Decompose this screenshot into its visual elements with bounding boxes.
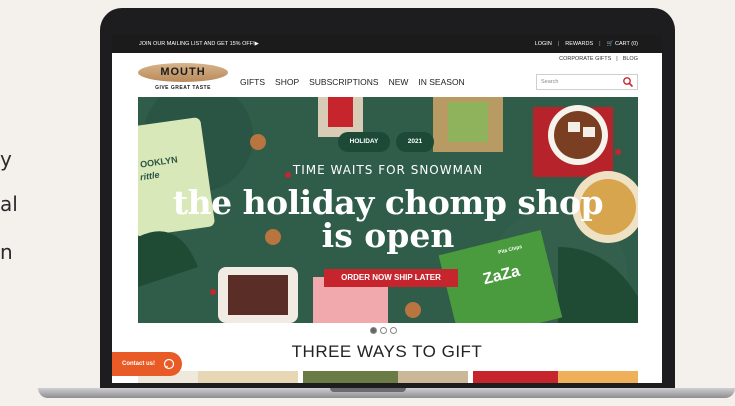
separator: | — [616, 56, 618, 62]
search-icon[interactable] — [622, 76, 634, 88]
laptop-notch — [330, 388, 406, 392]
account-links: LOGIN | REWARDS | 🛒 CART (0) — [535, 41, 638, 47]
carousel-dot-1[interactable] — [370, 327, 377, 334]
main-nav: GIFTS SHOP SUBSCRIPTIONS NEW IN SEASON — [240, 77, 465, 87]
blog-link[interactable]: BLOG — [623, 56, 638, 62]
chat-icon — [163, 358, 175, 370]
hero-banner[interactable]: HOLIDAY 2021 OOKLYN rittle ZaZa Pita Chi… — [138, 97, 638, 323]
nav-new[interactable]: NEW — [389, 77, 409, 87]
search-placeholder: Search — [541, 79, 559, 85]
cart-link[interactable]: 🛒 CART (0) — [607, 41, 638, 47]
carousel-dot-2[interactable] — [380, 327, 387, 334]
laptop-screen: JOIN OUR MAILING LIST AND GET 15% OFF!▶ … — [112, 35, 662, 383]
side-text-line-3: n — [0, 240, 13, 264]
logo-wordmark: MOUTH — [138, 63, 228, 82]
mailing-list-link[interactable]: JOIN OUR MAILING LIST AND GET 15% OFF!▶ — [139, 41, 259, 47]
carousel-dot-3[interactable] — [390, 327, 397, 334]
order-now-button[interactable]: ORDER NOW SHIP LATER — [324, 269, 458, 287]
hero-kicker: TIME WAITS FOR SNOWMAN — [292, 163, 484, 177]
login-link[interactable]: LOGIN — [535, 41, 552, 47]
holiday-badge: HOLIDAY — [349, 138, 379, 145]
nav-subscriptions[interactable]: SUBSCRIPTIONS — [309, 77, 378, 87]
year-badge: 2021 — [407, 138, 423, 145]
rewards-link[interactable]: REWARDS — [565, 41, 593, 47]
corporate-gifts-link[interactable]: CORPORATE GIFTS — [559, 56, 611, 62]
side-text-line-2: al — [0, 192, 18, 216]
search-input[interactable]: Search — [536, 74, 638, 90]
announcement-bar: JOIN OUR MAILING LIST AND GET 15% OFF!▶ … — [112, 35, 662, 53]
contact-label: Contact us! — [122, 361, 155, 367]
site-logo[interactable]: MOUTH GIVE GREAT TASTE — [138, 63, 228, 93]
side-text-line-1: y — [0, 147, 12, 171]
section-title: THREE WAYS TO GIFT — [291, 342, 483, 361]
secondary-links: CORPORATE GIFTS | BLOG — [559, 56, 638, 62]
contact-us-button[interactable]: Contact us! — [112, 352, 182, 376]
gift-option-images[interactable] — [138, 371, 638, 383]
separator: | — [557, 41, 560, 47]
hero-subheadline: is open — [321, 216, 455, 255]
carousel-dots — [370, 327, 397, 334]
nav-shop[interactable]: SHOP — [275, 77, 299, 87]
nav-in-season[interactable]: IN SEASON — [418, 77, 464, 87]
separator: | — [599, 41, 601, 47]
logo-tagline: GIVE GREAT TASTE — [155, 85, 211, 91]
nav-gifts[interactable]: GIFTS — [240, 77, 265, 87]
